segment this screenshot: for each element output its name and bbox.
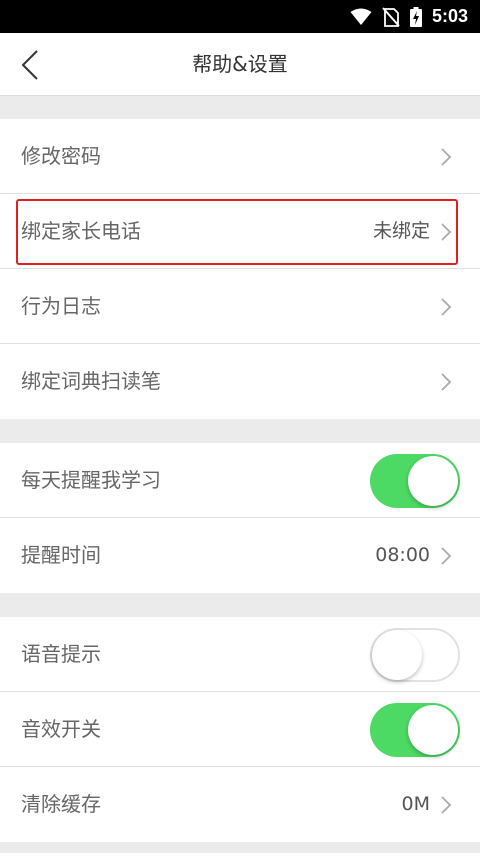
sound-effect-toggle[interactable] <box>370 703 460 757</box>
daily-reminder-toggle[interactable] <box>370 454 460 508</box>
row-label: 行为日志 <box>21 294 101 318</box>
page-title: 帮助&设置 <box>192 52 288 76</box>
chevron-right-icon <box>441 373 452 391</box>
wifi-icon <box>350 8 372 25</box>
row-value: 未绑定 <box>372 220 430 242</box>
behavior-log-row[interactable]: 行为日志 <box>0 269 480 344</box>
toggle-knob <box>372 630 422 680</box>
bind-parent-phone-row[interactable]: 绑定家长电话 未绑定 <box>0 194 480 269</box>
row-label: 清除缓存 <box>21 792 101 816</box>
header: 帮助&设置 <box>0 33 480 96</box>
chevron-right-icon <box>441 223 452 241</box>
voice-prompt-toggle[interactable] <box>370 628 460 682</box>
bind-dictionary-pen-row[interactable]: 绑定词典扫读笔 <box>0 344 480 419</box>
toggle-knob <box>408 705 458 755</box>
status-time: 5:03 <box>431 6 468 26</box>
voice-prompt-row: 语音提示 <box>0 617 480 692</box>
row-label: 提醒时间 <box>21 543 101 567</box>
row-value: 08:00 <box>375 544 430 566</box>
status-bar: 5:03 <box>0 0 480 33</box>
sound-effect-row: 音效开关 <box>0 692 480 767</box>
chevron-right-icon <box>441 796 452 814</box>
chevron-right-icon <box>441 298 452 316</box>
battery-charging-icon <box>409 6 422 27</box>
no-sim-icon <box>382 6 400 27</box>
sound-settings-group: 语音提示 音效开关 清除缓存 0M <box>0 617 480 842</box>
reminder-time-row[interactable]: 提醒时间 08:00 <box>0 518 480 593</box>
chevron-right-icon <box>441 547 452 565</box>
row-label: 音效开关 <box>21 717 101 741</box>
row-label: 绑定家长电话 <box>21 219 141 243</box>
daily-reminder-row: 每天提醒我学习 <box>0 443 480 518</box>
account-settings-group: 修改密码 绑定家长电话 未绑定 行为日志 绑定词典扫读笔 <box>0 119 480 419</box>
row-label: 修改密码 <box>21 144 101 168</box>
reminder-settings-group: 每天提醒我学习 提醒时间 08:00 <box>0 443 480 593</box>
status-icons: 5:03 <box>350 0 468 33</box>
change-password-row[interactable]: 修改密码 <box>0 119 480 194</box>
chevron-right-icon <box>441 148 452 166</box>
row-label: 绑定词典扫读笔 <box>21 369 161 393</box>
toggle-knob <box>408 456 458 506</box>
row-label: 语音提示 <box>21 642 101 666</box>
clear-cache-row[interactable]: 清除缓存 0M <box>0 767 480 842</box>
row-value: 0M <box>401 793 430 815</box>
row-label: 每天提醒我学习 <box>21 468 161 492</box>
